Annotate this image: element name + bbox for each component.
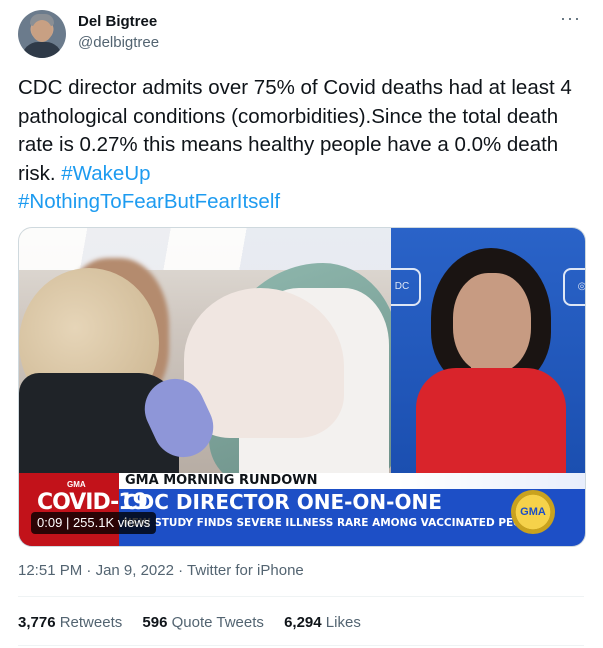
video-badge: 0:09 | 255.1K views — [31, 512, 157, 534]
tweet-date[interactable]: Jan 9, 2022 — [96, 562, 174, 579]
tweet-meta: 12:51 PM · Jan 9, 2022 · Twitter for iPh… — [18, 562, 304, 579]
video-duration: 0:09 — [37, 515, 63, 530]
director-jacket — [416, 368, 566, 473]
more-dots-icon[interactable]: ··· — [560, 8, 581, 29]
covid-tag-small: GMA — [67, 480, 86, 489]
retweets-stat[interactable]: 3,776 Retweets — [18, 614, 122, 631]
tweet-source[interactable]: Twitter for iPhone — [187, 562, 304, 579]
tweet-stats: 3,776 Retweets 596 Quote Tweets 6,294 Li… — [18, 614, 377, 631]
hashtag-wakeup[interactable]: #WakeUp — [61, 162, 150, 185]
author-handle[interactable]: @delbigtree — [78, 34, 159, 51]
video-left-scene — [19, 228, 391, 473]
author-name[interactable]: Del Bigtree — [78, 13, 157, 30]
hashtag-nothingtofear[interactable]: #NothingToFearButFearItself — [18, 190, 280, 213]
cdc-logo-box: DC — [391, 268, 421, 306]
video-subhead: NEW STUDY FINDS SEVERE ILLNESS RARE AMON… — [123, 517, 544, 529]
divider-bottom — [18, 645, 584, 646]
badge-separator: | — [65, 515, 73, 530]
video-right-scene: DC ◎ — [391, 228, 585, 473]
seal-icon: ◎ — [563, 268, 585, 306]
retweets-count: 3,776 — [18, 614, 56, 631]
quotes-stat[interactable]: 596 Quote Tweets — [142, 614, 263, 631]
tweet-time[interactable]: 12:51 PM — [18, 562, 82, 579]
likes-label: Likes — [325, 614, 361, 631]
retweets-label: Retweets — [59, 614, 123, 631]
divider-top — [18, 596, 584, 597]
avatar[interactable] — [18, 10, 66, 58]
meta-separator-2: · — [178, 562, 184, 579]
video-headline: CDC DIRECTOR ONE-ON-ONE — [123, 490, 442, 514]
meta-separator: · — [86, 562, 92, 579]
quotes-label: Quote Tweets — [171, 614, 264, 631]
quotes-count: 596 — [142, 614, 168, 631]
rundown-text: GMA MORNING RUNDOWN — [125, 473, 318, 488]
video-player[interactable]: DC ◎ GMA COVID-19 GMA MORNING RUNDOWN CD… — [18, 227, 586, 547]
avatar-face — [32, 20, 52, 42]
gma-logo: GMA — [511, 490, 555, 534]
likes-count: 6,294 — [284, 614, 322, 631]
avatar-shirt — [22, 42, 62, 58]
video-views: 255.1K views — [72, 515, 151, 530]
tweet-text: CDC director admits over 75% of Covid de… — [18, 74, 588, 217]
likes-stat[interactable]: 6,294 Likes — [284, 614, 361, 631]
tweet-card: Del Bigtree @delbigtree ··· CDC director… — [0, 0, 603, 648]
